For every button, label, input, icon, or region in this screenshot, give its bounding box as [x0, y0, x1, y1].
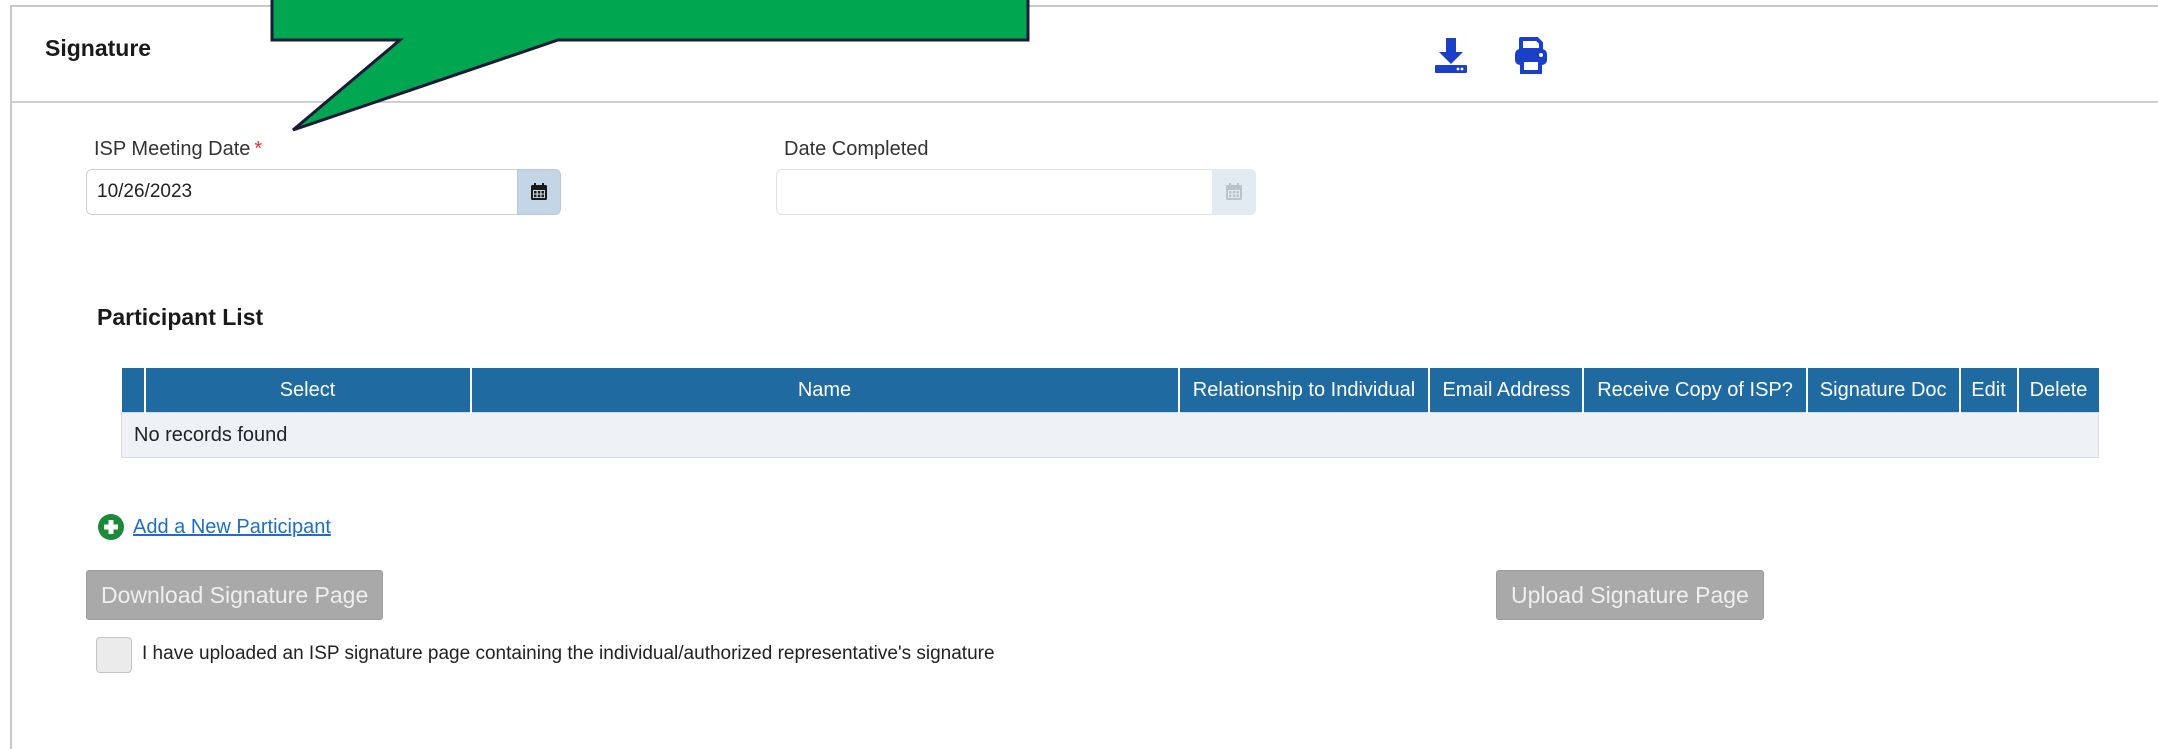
panel-header: Signature [12, 7, 2158, 103]
page: Signature ISP Meeting Date * 10/26/2023 … [0, 0, 2158, 749]
calendar-icon [531, 183, 547, 200]
isp-meeting-date-calendar-button[interactable] [517, 169, 561, 215]
column-header-handle [121, 368, 145, 413]
signature-uploaded-label: I have uploaded an ISP signature page co… [142, 643, 995, 664]
date-completed-calendar-button [1212, 169, 1256, 215]
column-header-relationship[interactable]: Relationship to Individual [1177, 368, 1430, 413]
participant-list-title: Participant List [97, 304, 264, 330]
isp-meeting-date-input[interactable] [86, 169, 527, 215]
column-header-signature-doc[interactable]: Signature Doc [1805, 368, 1960, 413]
date-completed-input [776, 169, 1222, 215]
column-header-delete[interactable]: Delete [2016, 368, 2099, 413]
table-row: No records found [121, 412, 2099, 458]
table-header-row: Select Name Relationship to Individual E… [121, 368, 2099, 413]
required-marker: * [254, 138, 263, 160]
isp-meeting-date-label: ISP Meeting Date * [94, 138, 263, 160]
print-icon[interactable] [1512, 35, 1550, 75]
download-signature-page-button[interactable]: Download Signature Page [86, 570, 384, 620]
column-header-name[interactable]: Name [469, 368, 1179, 413]
column-header-receive-copy[interactable]: Receive Copy of ISP? [1582, 368, 1807, 413]
download-icon[interactable] [1432, 35, 1470, 75]
column-header-edit[interactable]: Edit [1958, 368, 2018, 413]
add-participant-link[interactable]: Add a New Participant [97, 513, 331, 541]
column-header-select[interactable]: Select [143, 368, 471, 413]
signature-panel: Signature ISP Meeting Date * 10/26/2023 … [10, 5, 2158, 749]
panel-title: Signature [45, 35, 152, 61]
upload-signature-page-button[interactable]: Upload Signature Page [1496, 570, 1764, 620]
plus-circle-icon [98, 514, 124, 540]
empty-message: No records found [121, 412, 2099, 458]
date-completed-label: Date Completed [784, 138, 929, 160]
signature-uploaded-checkbox[interactable] [96, 637, 132, 673]
add-participant-label[interactable]: Add a New Participant [133, 516, 331, 539]
column-header-email[interactable]: Email Address [1428, 368, 1584, 413]
calendar-icon [1226, 183, 1242, 200]
participant-table: Select Name Relationship to Individual E… [121, 368, 2099, 458]
